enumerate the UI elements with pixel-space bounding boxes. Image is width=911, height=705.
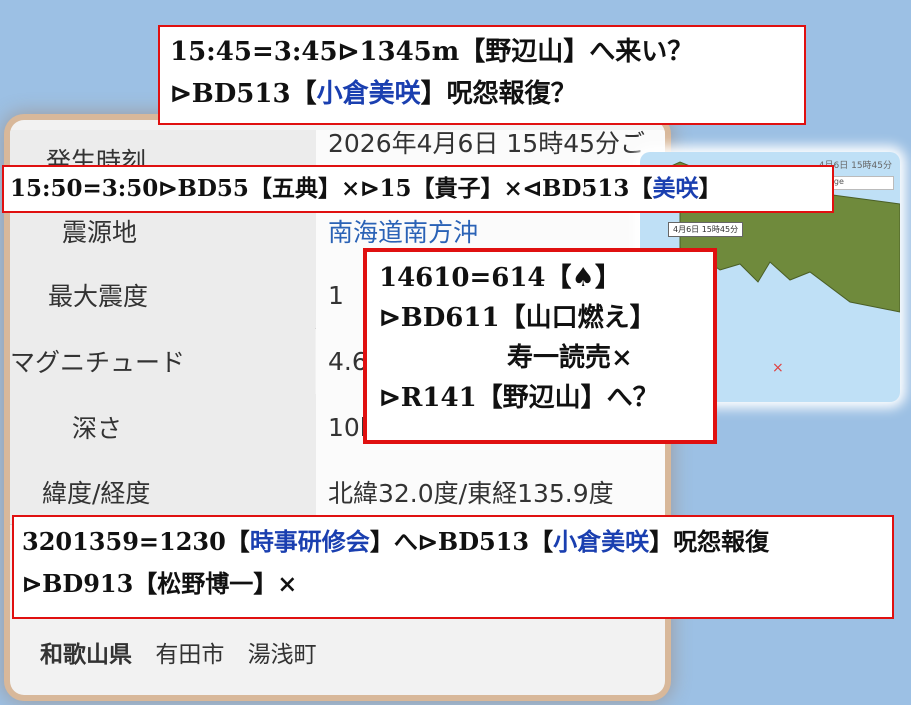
callout-line: 15:45=3:45⊳1345m【野辺山】へ来い？ bbox=[170, 37, 694, 67]
map-time-stamp: 4月6日 15時45分 bbox=[668, 222, 744, 237]
annotation-callout-2: 15:50=3:50⊳BD55【五典】×⊳15【貴子】×⊲BD513【美咲】 bbox=[2, 165, 834, 213]
annotation-callout-3: 14610=614【♠】 ⊳BD611【山口燃え】 寿一読売× ⊳R141【野辺… bbox=[363, 248, 717, 444]
callout-line: ⊳BD913【松野博一】× bbox=[22, 569, 298, 598]
prefecture-row: 和歌山県 有田市 湯浅町 bbox=[40, 635, 317, 669]
town-name: 湯浅町 bbox=[247, 642, 317, 668]
prefecture-name: 和歌山県 bbox=[40, 642, 132, 668]
callout-line: 3201359=1230【時事研修会】へ⊳BD513【小倉美咲】呪怨報復 bbox=[22, 527, 770, 556]
callout-line: 寿一読売× bbox=[507, 343, 633, 373]
annotation-callout-4: 3201359=1230【時事研修会】へ⊳BD513【小倉美咲】呪怨報復 ⊳BD… bbox=[12, 515, 894, 619]
callout-line: ⊳BD513【小倉美咲】呪怨報復？ bbox=[170, 79, 577, 109]
city-name: 有田市 bbox=[155, 642, 225, 668]
row-label: マグニチュード bbox=[10, 328, 315, 394]
epicenter-marker-icon: × bbox=[772, 360, 784, 376]
callout-line: ⊳BD611【山口燃え】 bbox=[379, 303, 656, 333]
callout-line: 14610=614【♠】 bbox=[379, 263, 621, 293]
row-label: 最大震度 bbox=[10, 262, 353, 328]
annotation-callout-1: 15:45=3:45⊳1345m【野辺山】へ来い？ ⊳BD513【小倉美咲】呪怨… bbox=[158, 25, 806, 125]
callout-line: ⊳R141【野辺山】へ？ bbox=[379, 383, 659, 413]
